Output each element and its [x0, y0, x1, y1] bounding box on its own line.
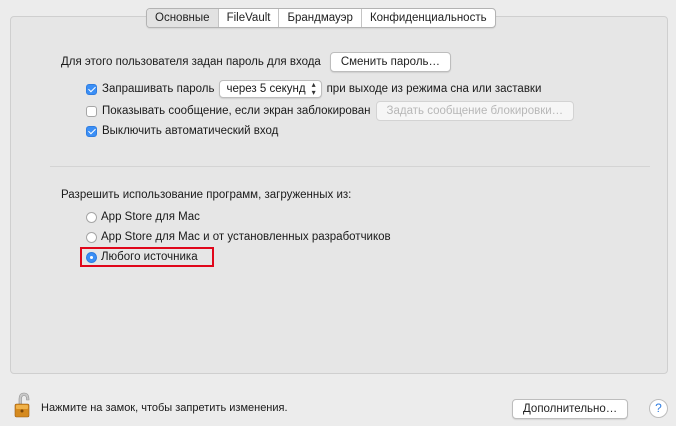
disable-auto-login-label: Выключить автоматический вход	[102, 125, 279, 137]
auto-login-row: Выключить автоматический вход	[86, 125, 278, 137]
highlight-frame	[80, 247, 214, 267]
lock-icon[interactable]	[14, 392, 34, 418]
allow-apps-label: Разрешить использование программ, загруж…	[61, 189, 352, 201]
tab-filevault[interactable]: FileVault	[217, 9, 279, 27]
password-label: Для этого пользователя задан пароль для …	[61, 56, 321, 68]
show-message-checkbox[interactable]	[86, 105, 97, 117]
require-password-label: Запрашивать пароль	[102, 83, 215, 95]
require-password-checkbox[interactable]	[86, 83, 97, 95]
disable-auto-login-checkbox[interactable]	[86, 125, 97, 137]
set-lock-message-button[interactable]: Задать сообщение блокировки…	[375, 101, 575, 121]
show-message-label: Показывать сообщение, если экран заблоки…	[102, 105, 371, 117]
radio-label: App Store для Mac	[101, 211, 200, 223]
password-delay-select[interactable]: через 5 секунд ▴ ▾	[219, 80, 322, 98]
lock-text-row: Нажмите на замок, чтобы запретить измене…	[41, 402, 288, 414]
password-delay-value: через 5 секунд	[226, 83, 306, 95]
help-icon: ?	[655, 401, 662, 415]
require-password-suffix: при выходе из режима сна или заставки	[326, 83, 542, 95]
change-password-button[interactable]: Сменить пароль…	[329, 52, 452, 72]
show-message-row: Показывать сообщение, если экран заблоки…	[86, 101, 575, 121]
tab-bar: Основные FileVault Брандмауэр Конфиденци…	[146, 8, 496, 28]
radio-label: App Store для Mac и от установленных раз…	[101, 231, 391, 243]
radio-option-identified-developers[interactable]: App Store для Mac и от установленных раз…	[86, 231, 391, 243]
tab-general[interactable]: Основные	[147, 9, 218, 27]
password-row: Для этого пользователя задан пароль для …	[61, 52, 452, 72]
section-divider	[50, 166, 650, 167]
lock-status-text: Нажмите на замок, чтобы запретить измене…	[41, 402, 288, 414]
tab-privacy[interactable]: Конфиденциальность	[360, 9, 495, 27]
radio-button[interactable]	[86, 211, 97, 223]
tab-firewall[interactable]: Брандмауэр	[278, 9, 360, 27]
select-arrows-icon: ▴ ▾	[311, 80, 316, 97]
radio-option-app-store[interactable]: App Store для Mac	[86, 211, 200, 223]
allow-apps-heading: Разрешить использование программ, загруж…	[61, 189, 351, 201]
require-password-row: Запрашивать пароль через 5 секунд ▴ ▾ при…	[86, 80, 541, 98]
radio-button[interactable]	[86, 231, 97, 243]
help-button[interactable]: ?	[649, 399, 668, 418]
advanced-button[interactable]: Дополнительно…	[512, 399, 629, 419]
